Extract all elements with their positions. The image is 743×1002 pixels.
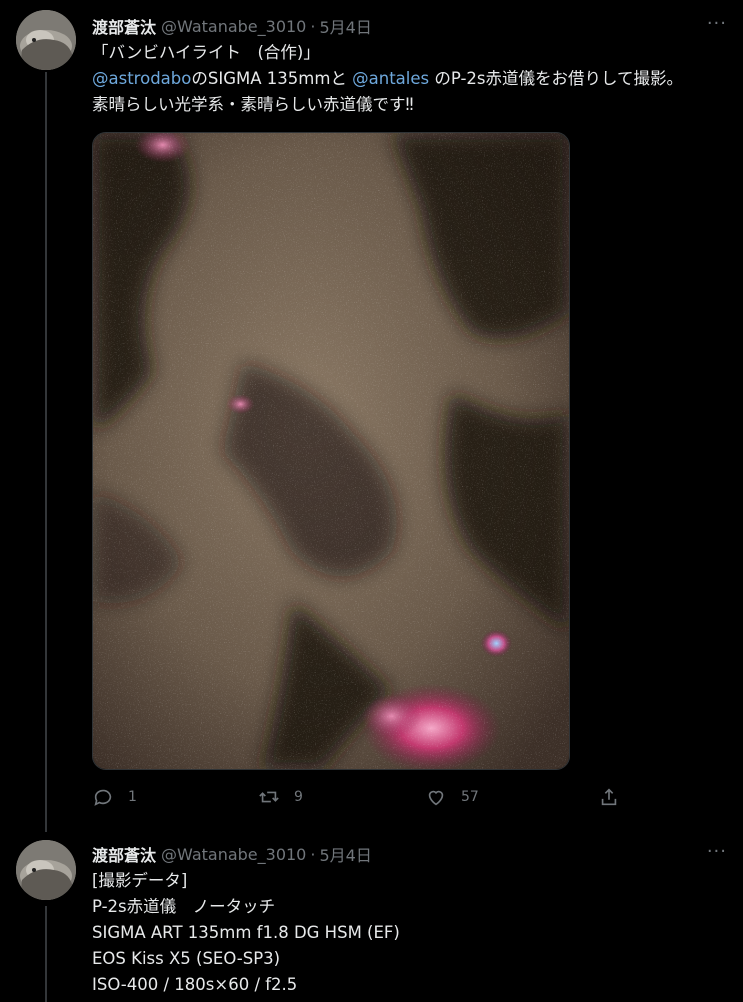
tweet-header: 渡部蒼汰 @Watanabe_3010 · 5月4日 bbox=[92, 14, 727, 38]
thread-connector-bottom bbox=[45, 906, 47, 1002]
share-button[interactable] bbox=[598, 786, 620, 808]
text-line: 「バンビハイライト (合作)」 bbox=[92, 43, 320, 62]
thread-connector-top bbox=[45, 72, 47, 832]
text-line: SIGMA ART 135mm f1.8 DG HSM (EF) bbox=[92, 923, 400, 942]
text-segment: のP-2s赤道儀をお借りして撮影。 bbox=[429, 69, 684, 88]
tweet-text: 「バンビハイライト (合作)」 @astrodaboのSIGMA 135mmと … bbox=[92, 40, 727, 118]
text-line: P-2s赤道儀 ノータッチ bbox=[92, 897, 276, 916]
tweet-date[interactable]: 5月4日 bbox=[319, 842, 371, 866]
text-segment: のSIGMA 135mmと bbox=[191, 69, 353, 88]
mention-link[interactable]: @antales bbox=[352, 69, 429, 88]
text-line: ISO-400 / 180s×60 / f2.5 bbox=[92, 975, 298, 994]
like-count: 57 bbox=[461, 789, 479, 805]
like-icon bbox=[428, 790, 444, 806]
mention-link[interactable]: @astrodabo bbox=[92, 69, 191, 88]
avatar[interactable] bbox=[16, 840, 76, 900]
retweet-icon bbox=[259, 791, 279, 803]
text-line: [撮影データ] bbox=[92, 871, 188, 890]
reply-count: 1 bbox=[128, 789, 137, 805]
more-icon[interactable]: ··· bbox=[707, 14, 727, 34]
tweet-date[interactable]: 5月4日 bbox=[319, 14, 371, 38]
tweet-text: [撮影データ] P-2s赤道儀 ノータッチ SIGMA ART 135mm f1… bbox=[92, 868, 727, 998]
more-icon[interactable]: ··· bbox=[707, 842, 727, 862]
retweet-count: 9 bbox=[294, 789, 303, 805]
retweet-button[interactable]: 9 bbox=[258, 786, 303, 808]
text-line: @astrodaboのSIGMA 135mmと @antales のP-2s赤道… bbox=[92, 66, 727, 92]
separator: · bbox=[310, 844, 316, 864]
display-name[interactable]: 渡部蒼汰 bbox=[92, 842, 156, 866]
separator: · bbox=[310, 16, 316, 36]
avatar[interactable] bbox=[16, 10, 76, 70]
text-line: 素晴らしい光学系・素晴らしい赤道儀です‼ bbox=[92, 95, 414, 114]
reply-button[interactable]: 1 bbox=[92, 786, 137, 808]
reply-icon bbox=[94, 789, 112, 806]
like-button[interactable]: 57 bbox=[425, 786, 479, 808]
share-icon bbox=[601, 788, 617, 806]
tweet-photo[interactable] bbox=[92, 132, 570, 770]
user-handle[interactable]: @Watanabe_3010 bbox=[161, 845, 306, 864]
user-handle[interactable]: @Watanabe_3010 bbox=[161, 17, 306, 36]
tweet-header: 渡部蒼汰 @Watanabe_3010 · 5月4日 bbox=[92, 842, 727, 866]
display-name[interactable]: 渡部蒼汰 bbox=[92, 14, 156, 38]
text-line: EOS Kiss X5 (SEO-SP3) bbox=[92, 949, 281, 968]
tweet-actions: 1 9 57 bbox=[92, 786, 632, 810]
